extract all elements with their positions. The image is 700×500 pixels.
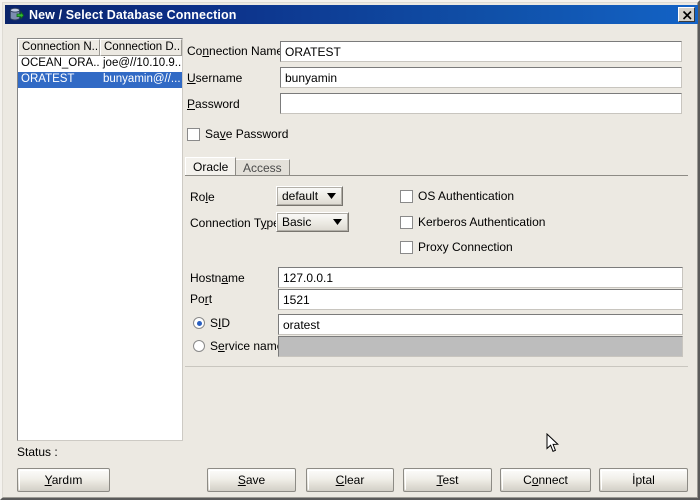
password-label: Password xyxy=(187,97,240,111)
radio-circle xyxy=(193,340,205,352)
checkbox-box xyxy=(400,189,413,203)
connection-list-header: Connection N... Connection D... xyxy=(18,39,182,56)
cell-connection-details: bunyamin@//... xyxy=(103,73,181,85)
status-label: Status : xyxy=(17,445,58,459)
proxy-connection-checkbox[interactable]: Proxy Connection xyxy=(400,240,513,254)
database-icon xyxy=(8,7,25,23)
connection-type-dropdown[interactable]: Basic xyxy=(276,212,349,232)
help-button-label: Yardım xyxy=(44,473,83,487)
sid-radio[interactable]: SID xyxy=(193,316,230,330)
service-name-input xyxy=(278,336,683,357)
role-label: Role xyxy=(190,190,215,204)
list-item[interactable]: OCEAN_ORA... joe@//10.10.9... xyxy=(18,56,182,72)
clear-button[interactable]: Clear xyxy=(306,468,394,492)
kerberos-authentication-label: Kerberos Authentication xyxy=(418,215,546,229)
column-header-connection-details[interactable]: Connection D... xyxy=(100,39,182,56)
role-dropdown[interactable]: default xyxy=(276,186,343,206)
connection-type-label: Connection Type xyxy=(190,216,280,230)
service-name-radio[interactable]: Service name xyxy=(193,339,283,353)
connection-list[interactable]: Connection N... Connection D... OCEAN_OR… xyxy=(17,38,183,441)
test-button-label: Test xyxy=(436,473,459,487)
close-icon[interactable] xyxy=(678,7,695,22)
cell-connection-details: joe@//10.10.9... xyxy=(103,57,182,69)
mouse-cursor xyxy=(546,432,560,454)
database-connection-dialog: New / Select Database Connection Connect… xyxy=(0,0,700,500)
tab-oracle[interactable]: Oracle xyxy=(185,157,237,175)
hostname-input[interactable]: 127.0.0.1 xyxy=(278,267,683,288)
port-label: Port xyxy=(190,292,213,306)
connection-name-input[interactable]: ORATEST xyxy=(280,41,682,62)
test-button[interactable]: Test xyxy=(403,468,492,492)
chevron-down-icon xyxy=(329,213,345,231)
connection-name-label: Connection Name xyxy=(187,44,284,58)
title-bar[interactable]: New / Select Database Connection xyxy=(5,5,698,24)
checkbox-box xyxy=(187,127,200,141)
username-input[interactable]: bunyamin xyxy=(280,67,682,88)
hostname-label: Hostname xyxy=(190,271,245,285)
password-input[interactable] xyxy=(280,93,682,114)
service-name-label: Service name xyxy=(210,339,284,353)
radio-circle xyxy=(193,317,205,329)
proxy-connection-label: Proxy Connection xyxy=(418,240,513,254)
save-button-label: Save xyxy=(237,473,266,487)
kerberos-authentication-checkbox[interactable]: Kerberos Authentication xyxy=(400,215,545,229)
cancel-button[interactable]: İptal xyxy=(599,468,688,492)
save-button[interactable]: Save xyxy=(207,468,296,492)
column-header-connection-name[interactable]: Connection N... xyxy=(18,39,100,56)
tab-access[interactable]: Access xyxy=(236,159,290,175)
window-title: New / Select Database Connection xyxy=(29,7,237,22)
chevron-down-icon xyxy=(323,187,339,205)
role-value: default xyxy=(282,189,319,203)
help-button[interactable]: Yardım xyxy=(17,468,110,492)
username-label: Username xyxy=(187,71,243,85)
panel-separator xyxy=(185,366,688,367)
clear-button-label: Clear xyxy=(335,473,365,487)
sid-input[interactable]: oratest xyxy=(278,314,683,335)
tab-underline xyxy=(185,175,688,176)
tab-strip: Oracle Access xyxy=(185,157,688,175)
save-password-label: Save Password xyxy=(205,127,289,141)
sid-label: SID xyxy=(210,316,231,330)
dialog-inner-frame: New / Select Database Connection Connect… xyxy=(2,2,698,498)
port-input[interactable]: 1521 xyxy=(278,289,683,310)
save-password-checkbox[interactable]: Save Password xyxy=(187,127,288,141)
os-authentication-label: OS Authentication xyxy=(418,189,515,203)
list-item[interactable]: ORATEST bunyamin@//... xyxy=(18,72,182,88)
checkbox-box xyxy=(400,215,413,229)
cell-connection-name: ORATEST xyxy=(21,73,75,85)
checkbox-box xyxy=(400,240,413,254)
connect-button[interactable]: Connect xyxy=(500,468,591,492)
cell-connection-name: OCEAN_ORA... xyxy=(21,57,100,69)
connection-type-value: Basic xyxy=(282,215,312,229)
os-authentication-checkbox[interactable]: OS Authentication xyxy=(400,189,514,203)
connect-button-label: Connect xyxy=(523,473,568,487)
